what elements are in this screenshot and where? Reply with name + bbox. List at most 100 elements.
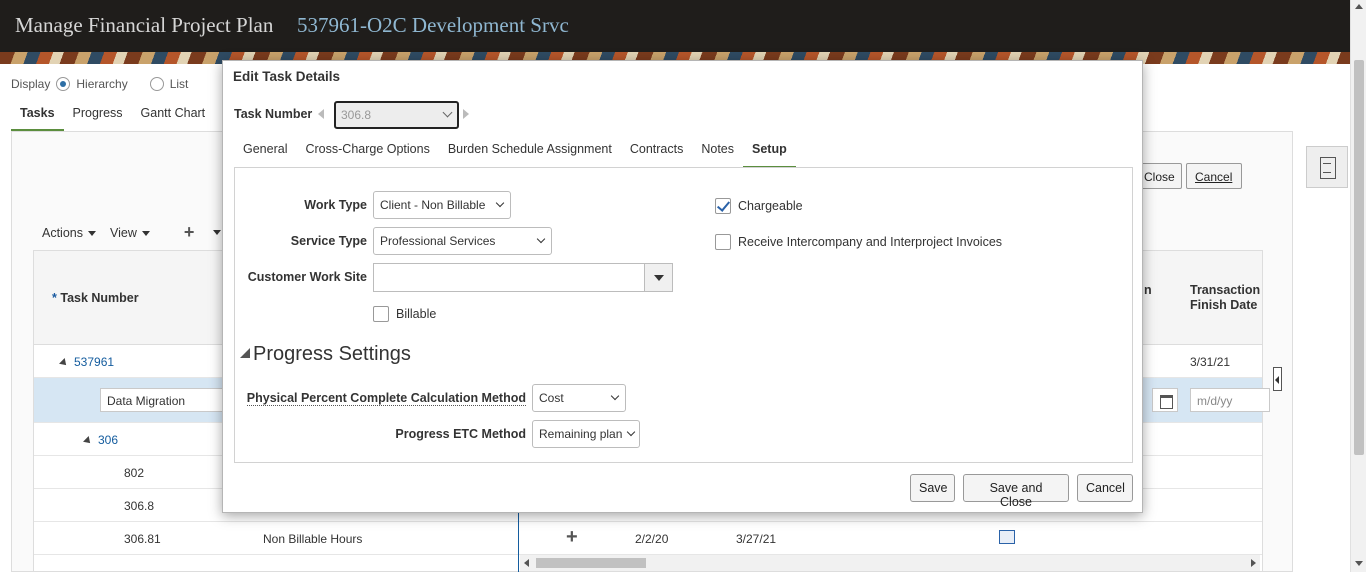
task-number-link[interactable]: 306 bbox=[98, 433, 118, 447]
task-number-label: Task Number bbox=[234, 107, 313, 121]
customer-work-site-label: Customer Work Site bbox=[247, 270, 367, 284]
tab-burden-schedule-assignment[interactable]: Burden Schedule Assignment bbox=[439, 139, 621, 169]
tab-progress[interactable]: Progress bbox=[64, 100, 132, 132]
page-subtitle: 537961-O2C Development Srvc bbox=[297, 13, 569, 37]
chevron-down-icon bbox=[536, 234, 546, 244]
intercompany-label[interactable]: Receive Intercompany and Interproject In… bbox=[738, 235, 1002, 249]
service-type-value: Professional Services bbox=[380, 234, 496, 248]
physical-percent-select[interactable]: Cost bbox=[532, 384, 626, 412]
scroll-up-icon[interactable] bbox=[1355, 4, 1363, 9]
chevron-down-icon bbox=[610, 391, 620, 401]
task-number-select[interactable]: 306.8 bbox=[334, 101, 459, 129]
dropdown-icon[interactable] bbox=[644, 264, 672, 291]
tab-setup[interactable]: Setup bbox=[743, 139, 796, 169]
work-type-label: Work Type bbox=[304, 198, 367, 212]
physical-percent-label: Physical Percent Complete Calculation Me… bbox=[235, 391, 526, 406]
scroll-thumb[interactable] bbox=[536, 558, 646, 568]
scroll-down-icon[interactable] bbox=[1355, 561, 1363, 566]
col-header-transaction-finish-date[interactable]: Transaction Finish Date bbox=[1190, 283, 1260, 313]
col-header-task-number-label: Task Number bbox=[60, 291, 139, 305]
scroll-thumb[interactable] bbox=[1354, 60, 1364, 455]
edit-task-dialog: Edit Task Details Task Number 306.8 Gene… bbox=[222, 60, 1143, 513]
finish-date-input[interactable]: m/d/yy bbox=[1190, 388, 1270, 412]
plus-icon[interactable]: + bbox=[566, 526, 578, 549]
scroll-right-icon[interactable] bbox=[1251, 559, 1256, 567]
tab-gantt-chart[interactable]: Gantt Chart bbox=[132, 100, 215, 132]
details-icon[interactable] bbox=[999, 530, 1015, 544]
start-date-cell: 2/2/20 bbox=[635, 532, 669, 546]
chevron-down-icon bbox=[495, 198, 505, 208]
finish-date-cell: 3/27/21 bbox=[736, 532, 777, 546]
task-number-cell[interactable]: 306 bbox=[83, 433, 118, 447]
bg-cancel-button[interactable]: Cancel bbox=[1186, 163, 1242, 189]
col-header-task-number[interactable]: * Task Number bbox=[52, 291, 139, 305]
display-toggle: Display Hierarchy List bbox=[11, 77, 188, 91]
hierarchy-radio[interactable] bbox=[56, 77, 71, 91]
table-row[interactable]: 306.81 Non Billable Hours 2/2/20 3/27/21 bbox=[34, 522, 1262, 555]
list-radio[interactable] bbox=[149, 77, 164, 91]
tab-tasks[interactable]: Tasks bbox=[11, 100, 64, 132]
tab-contracts[interactable]: Contracts bbox=[621, 139, 693, 169]
task-number-cell: 802 bbox=[124, 466, 145, 480]
grid-toolbar: Actions View + bbox=[42, 222, 222, 243]
save-and-close-button[interactable]: Save and Close bbox=[963, 474, 1069, 509]
scroll-left-icon[interactable] bbox=[524, 559, 529, 567]
billable-checkbox[interactable] bbox=[373, 306, 389, 322]
service-type-select[interactable]: Professional Services bbox=[373, 227, 552, 255]
horizontal-scrollbar[interactable] bbox=[520, 555, 1260, 571]
progress-settings-header[interactable]: Progress Settings bbox=[253, 343, 411, 366]
page-title: Manage Financial Project Plan bbox=[15, 13, 274, 37]
finish-date-cell: 3/31/21 bbox=[1190, 355, 1231, 369]
chevron-down-icon bbox=[626, 427, 636, 437]
display-label: Display bbox=[11, 77, 51, 91]
task-number-cell[interactable]: 537961 bbox=[59, 355, 114, 369]
intercompany-checkbox[interactable] bbox=[715, 234, 731, 250]
panel-drawer-icon[interactable] bbox=[1306, 146, 1348, 188]
previous-task-icon[interactable] bbox=[318, 109, 324, 119]
work-type-select[interactable]: Client - Non Billable bbox=[373, 191, 511, 219]
collapse-pane-icon[interactable] bbox=[1273, 367, 1282, 391]
task-number-value: 306.8 bbox=[341, 108, 372, 122]
expand-icon[interactable] bbox=[59, 358, 69, 368]
progress-etc-label: Progress ETC Method bbox=[395, 427, 526, 441]
expand-icon[interactable] bbox=[83, 436, 93, 446]
billable-label[interactable]: Billable bbox=[396, 307, 436, 321]
task-name-cell: Non Billable Hours bbox=[263, 532, 363, 546]
setup-panel: Work Type Client - Non Billable Service … bbox=[234, 167, 1133, 463]
chargeable-label[interactable]: Chargeable bbox=[738, 199, 803, 213]
actions-menu[interactable]: Actions bbox=[42, 226, 96, 240]
progress-etc-value: Remaining plan bbox=[539, 427, 623, 441]
cancel-button[interactable]: Cancel bbox=[1077, 474, 1133, 502]
dialog-title: Edit Task Details bbox=[233, 69, 341, 84]
collapse-section-icon[interactable] bbox=[240, 348, 250, 358]
tab-general[interactable]: General bbox=[234, 139, 296, 169]
next-task-icon[interactable] bbox=[463, 109, 469, 119]
required-marker: * bbox=[52, 291, 57, 305]
task-number-link[interactable]: 537961 bbox=[74, 355, 114, 369]
physical-percent-label-text: Physical Percent Complete Calculation Me… bbox=[246, 391, 526, 406]
calendar-icon[interactable] bbox=[1152, 388, 1178, 412]
tab-notes[interactable]: Notes bbox=[692, 139, 743, 169]
progress-etc-select[interactable]: Remaining plan bbox=[532, 420, 640, 448]
hierarchy-radio-label[interactable]: Hierarchy bbox=[76, 77, 127, 91]
actions-menu-label: Actions bbox=[42, 225, 83, 240]
plus-icon[interactable]: + bbox=[184, 222, 195, 243]
dialog-tabs: General Cross-Charge Options Burden Sche… bbox=[234, 139, 796, 169]
column-splitter[interactable] bbox=[518, 512, 519, 572]
col-header-partial: n bbox=[1144, 283, 1152, 297]
task-number-cell: 306.81 bbox=[124, 532, 161, 546]
save-button[interactable]: Save bbox=[910, 474, 955, 502]
vertical-scrollbar[interactable] bbox=[1350, 0, 1366, 572]
service-type-label: Service Type bbox=[290, 234, 367, 248]
view-menu[interactable]: View bbox=[110, 226, 150, 240]
chargeable-checkbox[interactable] bbox=[715, 198, 731, 214]
chevron-down-icon bbox=[442, 107, 453, 118]
add-menu-chevron-icon[interactable] bbox=[213, 230, 222, 235]
customer-work-site-field[interactable] bbox=[373, 263, 673, 292]
tab-cross-charge-options[interactable]: Cross-Charge Options bbox=[296, 139, 438, 169]
list-radio-label[interactable]: List bbox=[170, 77, 189, 91]
bg-save-and-close-button[interactable]: Close bbox=[1140, 163, 1182, 189]
page-tabs: Tasks Progress Gantt Chart bbox=[11, 100, 214, 132]
col-header-line-1: Transaction bbox=[1190, 283, 1261, 297]
task-number-cell: 306.8 bbox=[124, 499, 155, 513]
